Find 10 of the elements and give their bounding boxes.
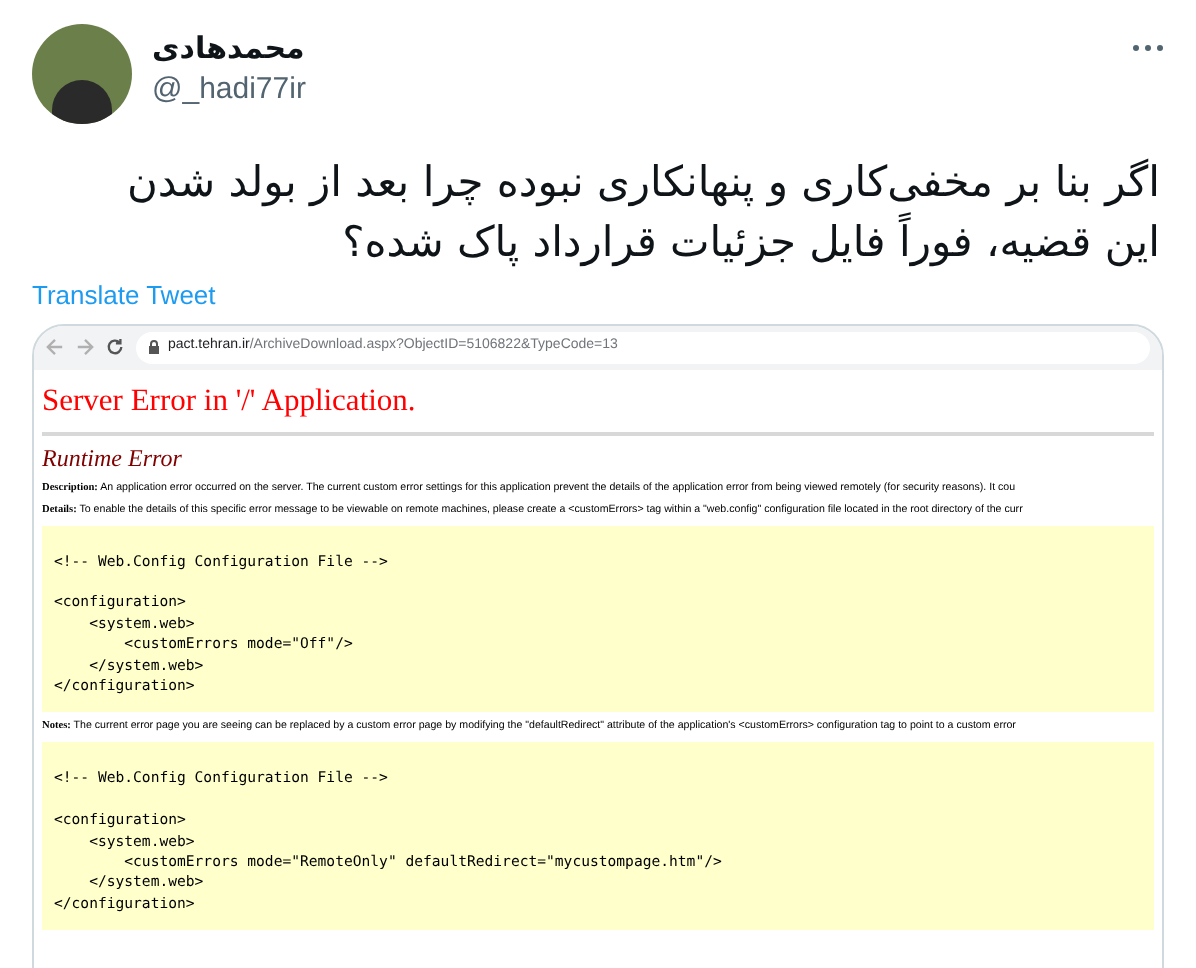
tweet-text: اگر بنا بر مخفی‌کاری و پنهانکاری نبوده چرا بعد از بولد شدن این قضیه، فوراً فایل جزئیات قرارداد پاک شده؟ xyxy=(125,156,1162,271)
reload-icon[interactable] xyxy=(106,338,124,356)
error-subtitle: Runtime Error xyxy=(42,441,184,473)
author-handle[interactable]: @_hadi77ir xyxy=(152,68,306,112)
author-name[interactable]: محمدهادی xyxy=(152,28,306,68)
lock-icon xyxy=(148,340,160,354)
avatar[interactable] xyxy=(32,24,132,124)
embedded-screenshot[interactable] xyxy=(32,323,1164,968)
more-options-icon[interactable] xyxy=(1132,44,1164,52)
error-title: Server Error in '/' Application. xyxy=(42,381,418,421)
